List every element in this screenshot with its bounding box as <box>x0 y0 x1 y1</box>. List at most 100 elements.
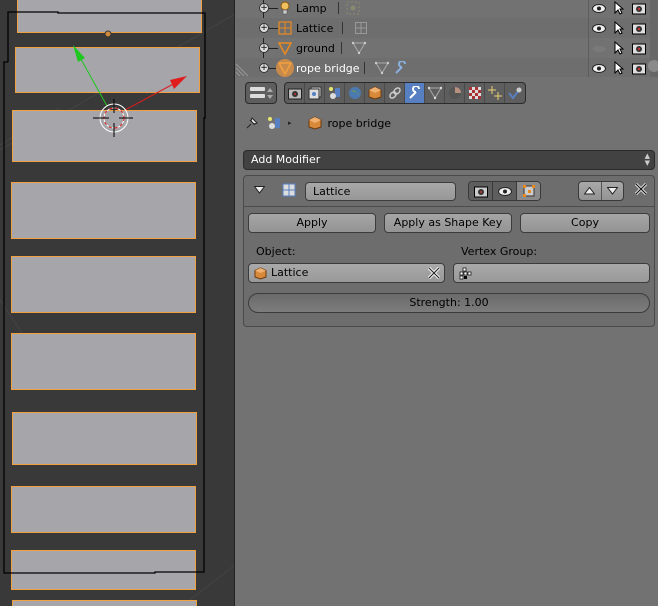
plank[interactable] <box>15 47 200 93</box>
lamp-icon <box>280 1 290 15</box>
strength-slider[interactable]: Strength: 1.00 <box>248 293 650 313</box>
modifier-panel-lattice: Lattice Apply Apply as Shape Key Copy Ob… <box>243 175 655 327</box>
object-icon <box>308 116 322 130</box>
outliner-name[interactable]: Lattice <box>296 22 333 35</box>
plank[interactable] <box>11 486 196 533</box>
plank[interactable] <box>11 333 196 390</box>
render-layers-icon <box>308 86 321 100</box>
object-icon <box>254 267 267 280</box>
pin-icon[interactable] <box>244 115 260 131</box>
object-field-value: Lattice <box>271 266 309 279</box>
eye-icon <box>497 186 512 196</box>
3d-viewport[interactable] <box>0 0 235 606</box>
apply-button[interactable]: Apply <box>248 213 376 233</box>
tab-data[interactable] <box>425 83 445 103</box>
apply-as-shape-key-button[interactable]: Apply as Shape Key <box>384 213 512 233</box>
world-icon <box>348 87 361 99</box>
resize-corner-icon[interactable] <box>236 62 252 76</box>
outliner-scrollbar[interactable] <box>648 0 658 77</box>
lattice-icon <box>278 21 292 35</box>
properties-editor: ▸ rope bridge Add Modifier ▲ ▼ Lattice A… <box>236 77 658 606</box>
tab-modifiers[interactable] <box>405 83 425 103</box>
context-tabs <box>284 82 526 104</box>
particles-icon <box>487 86 502 100</box>
expand-icon[interactable]: + <box>259 43 269 53</box>
plank[interactable] <box>17 0 202 33</box>
tab-scene[interactable] <box>325 83 345 103</box>
object-field[interactable]: Lattice <box>248 263 445 283</box>
editmode-toggle[interactable] <box>517 182 540 200</box>
expand-icon[interactable]: + <box>259 63 269 73</box>
modifier-name-input[interactable]: Lattice <box>305 182 456 201</box>
select-cursor-icon[interactable] <box>609 58 629 78</box>
eye-icon[interactable] <box>589 18 609 38</box>
physics-icon <box>508 87 522 100</box>
data-icon <box>427 86 442 100</box>
lattice-data-icon[interactable] <box>354 21 368 35</box>
outliner-name[interactable]: rope bridge <box>296 62 360 75</box>
clear-icon[interactable] <box>428 267 440 279</box>
remove-modifier-button[interactable] <box>633 182 649 198</box>
add-modifier-dropdown[interactable]: Add Modifier ▲ ▼ <box>243 150 655 170</box>
select-cursor-icon[interactable] <box>609 38 629 58</box>
wrench-icon[interactable] <box>394 61 408 75</box>
render-toggle[interactable] <box>469 182 493 200</box>
eye-closed-icon[interactable] <box>589 38 609 58</box>
copy-button[interactable]: Copy <box>520 213 650 233</box>
render-camera-icon[interactable] <box>629 18 649 38</box>
render-camera-icon[interactable] <box>629 0 649 18</box>
editor-type-selector[interactable] <box>245 82 277 104</box>
tab-material[interactable] <box>445 83 465 103</box>
expand-icon[interactable]: + <box>259 23 269 33</box>
move-up-button[interactable] <box>579 182 602 200</box>
outliner-name[interactable]: ground <box>296 42 335 55</box>
editmode-cage-icon <box>522 185 535 197</box>
properties-editor-icon <box>250 87 273 99</box>
plank[interactable] <box>11 256 196 313</box>
scene-icon <box>328 87 340 99</box>
move-down-button[interactable] <box>602 182 624 200</box>
modifier-move-buttons <box>578 181 624 201</box>
expand-icon[interactable]: + <box>259 3 269 13</box>
restriction-columns <box>588 0 654 77</box>
render-camera-icon[interactable] <box>629 58 649 78</box>
select-cursor-icon[interactable] <box>609 0 629 18</box>
vertex-group-field[interactable] <box>453 263 650 283</box>
scene-icon <box>268 117 280 129</box>
collapse-triangle-icon[interactable] <box>254 186 265 194</box>
plank[interactable] <box>12 412 197 465</box>
tab-object[interactable] <box>365 83 385 103</box>
plank[interactable] <box>12 600 197 606</box>
modifier-header: Lattice <box>244 176 654 204</box>
modifiers-icon <box>408 86 420 99</box>
outliner: + Lamp + Lattice + ground + rope bridge <box>236 0 658 78</box>
plank[interactable] <box>12 110 197 162</box>
breadcrumb: ▸ rope bridge <box>244 114 391 132</box>
tab-world[interactable] <box>345 83 365 103</box>
mesh-data-icon[interactable] <box>375 61 389 75</box>
texture-icon <box>468 87 481 99</box>
mesh-icon <box>278 62 292 76</box>
render-camera-icon[interactable] <box>629 38 649 58</box>
tab-render-layers[interactable] <box>305 83 325 103</box>
breadcrumb-arrow-icon: ▸ <box>288 119 292 127</box>
vertex-group-label: Vertex Group: <box>461 245 538 258</box>
modifier-visibility-toggles <box>468 181 541 201</box>
object-icon <box>368 86 381 100</box>
tab-physics[interactable] <box>505 83 525 103</box>
eye-icon[interactable] <box>589 0 609 18</box>
tab-particles[interactable] <box>485 83 505 103</box>
viewport-toggle[interactable] <box>493 182 517 200</box>
outliner-name[interactable]: Lamp <box>296 2 327 15</box>
plank[interactable] <box>11 550 196 590</box>
select-cursor-icon[interactable] <box>609 18 629 38</box>
tab-texture[interactable] <box>465 83 485 103</box>
tab-render[interactable] <box>285 83 305 103</box>
lattice-modifier-icon <box>282 183 296 197</box>
scrollbar-handle[interactable] <box>648 60 658 72</box>
mesh-data-icon[interactable] <box>352 41 366 55</box>
plank[interactable] <box>11 182 196 239</box>
eye-icon[interactable] <box>589 58 609 78</box>
tab-constraints[interactable] <box>385 83 405 103</box>
lamp-data-icon[interactable] <box>346 1 360 15</box>
